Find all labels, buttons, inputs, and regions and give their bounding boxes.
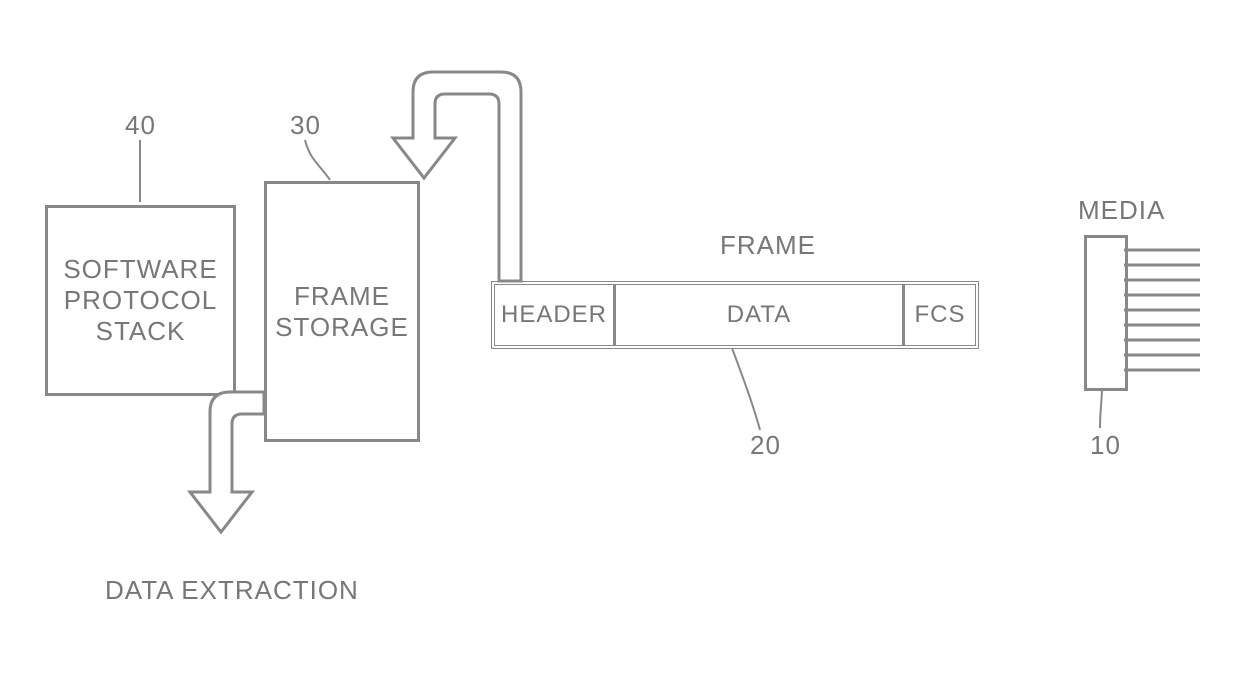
frame-data-label: DATA xyxy=(727,301,791,329)
arrow-storage-to-extraction xyxy=(190,392,264,532)
data-extraction-label: DATA EXTRACTION xyxy=(105,575,359,606)
frame-data-cell: DATA xyxy=(616,285,905,345)
ref-30: 30 xyxy=(290,110,321,141)
ref-20: 20 xyxy=(750,430,781,461)
ref-10: 10 xyxy=(1090,430,1121,461)
media-block xyxy=(1084,235,1128,391)
media-signal-lines xyxy=(1124,250,1200,370)
frame-storage-label: FRAME STORAGE xyxy=(275,281,409,343)
ref-40: 40 xyxy=(125,110,156,141)
frame-header-label: HEADER xyxy=(501,301,607,329)
media-label: MEDIA xyxy=(1078,195,1165,226)
frame-title-label: FRAME xyxy=(720,230,816,261)
software-stack-label: SOFTWARE PROTOCOL STACK xyxy=(63,254,217,347)
frame-box: HEADER DATA FCS xyxy=(491,281,979,349)
frame-storage: FRAME STORAGE xyxy=(264,181,420,442)
frame-fcs-label: FCS xyxy=(915,301,966,329)
frame-header-cell: HEADER xyxy=(495,285,616,345)
software-protocol-stack: SOFTWARE PROTOCOL STACK xyxy=(45,205,236,396)
frame-fcs-cell: FCS xyxy=(905,285,975,345)
